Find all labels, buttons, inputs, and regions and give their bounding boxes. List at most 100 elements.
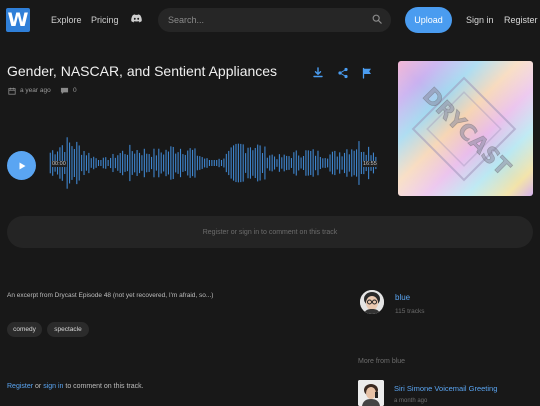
waveform-bar bbox=[114, 157, 116, 169]
related-track-thumbnail[interactable] bbox=[358, 380, 384, 406]
waveform-bar bbox=[356, 149, 358, 177]
waveform-bar bbox=[126, 154, 128, 172]
waveform-bar bbox=[281, 157, 283, 169]
register-link[interactable]: Register bbox=[504, 15, 538, 25]
waveform-bar bbox=[331, 151, 333, 175]
waveform-bar bbox=[155, 155, 157, 171]
waveform-bar bbox=[88, 152, 90, 174]
comment-prompt[interactable]: Register or sign in to comment on this t… bbox=[0, 229, 540, 236]
waveform-bar bbox=[278, 154, 280, 172]
waveform-bar bbox=[143, 148, 145, 178]
waveform-bar bbox=[312, 149, 314, 177]
waveform-bar bbox=[341, 156, 343, 170]
upload-button[interactable]: Upload bbox=[405, 7, 452, 33]
waveform-bar bbox=[66, 137, 68, 189]
waveform-bar bbox=[83, 150, 85, 176]
waveform-bar bbox=[257, 144, 259, 182]
waveform-bar bbox=[339, 152, 341, 174]
waveform-bar bbox=[295, 150, 297, 176]
waveform-bar bbox=[199, 156, 201, 170]
bottom-signin-link[interactable]: sign in bbox=[43, 383, 63, 390]
waveform-bar bbox=[310, 150, 312, 176]
waveform-bar bbox=[119, 153, 121, 173]
discord-icon[interactable] bbox=[131, 14, 142, 23]
waveform-bar bbox=[175, 153, 177, 173]
waveform-bar bbox=[358, 141, 360, 185]
waveform-bar bbox=[211, 160, 213, 166]
tag-spectacle[interactable]: spectacle bbox=[47, 322, 89, 337]
waveform-bar bbox=[286, 155, 288, 171]
waveform-bar bbox=[136, 150, 138, 176]
play-button[interactable] bbox=[7, 151, 36, 180]
track-posted-time: a year ago bbox=[20, 87, 51, 94]
waveform-bar bbox=[90, 158, 92, 168]
waveform-bar bbox=[329, 154, 331, 172]
tag-comedy[interactable]: comedy bbox=[7, 322, 42, 337]
time-end: 16:55 bbox=[362, 161, 378, 167]
waveform-bar bbox=[213, 160, 215, 166]
waveform-bar bbox=[163, 154, 165, 172]
waveform-bar bbox=[71, 146, 73, 180]
waveform-bar bbox=[112, 153, 114, 173]
waveform-bar bbox=[189, 148, 191, 178]
waveform-bar bbox=[220, 160, 223, 166]
waveform-bar bbox=[283, 154, 285, 172]
bottom-register-link[interactable]: Register bbox=[7, 383, 33, 390]
waveform-bar bbox=[288, 156, 290, 170]
waveform-bar bbox=[346, 149, 348, 177]
share-icon[interactable] bbox=[337, 67, 349, 79]
waveform-bar bbox=[230, 147, 232, 179]
waveform-bar bbox=[107, 160, 109, 166]
waveform-bar bbox=[293, 152, 295, 174]
waveform-bar bbox=[138, 152, 141, 174]
waveform-bar bbox=[223, 158, 225, 168]
waveform-bar bbox=[298, 155, 300, 171]
related-track-time: a month ago bbox=[394, 398, 428, 404]
waveform-bar bbox=[85, 155, 87, 171]
track-description: An excerpt from Drycast Episode 48 (not … bbox=[7, 292, 214, 299]
waveform-bar bbox=[322, 158, 324, 168]
bottom-or-text: or bbox=[33, 383, 44, 390]
waveform-bar bbox=[184, 154, 186, 172]
bottom-rest-text: to comment on this track. bbox=[63, 383, 144, 390]
waveform-bar bbox=[247, 147, 249, 179]
comment-count: 0 bbox=[73, 87, 77, 94]
waveform-bar bbox=[228, 150, 230, 176]
waveform-bar bbox=[182, 154, 184, 172]
waveform-bar bbox=[307, 150, 309, 176]
waveform[interactable] bbox=[49, 133, 377, 193]
user-name[interactable]: blue bbox=[395, 293, 410, 302]
waveform-bar bbox=[148, 154, 150, 172]
waveform-bar bbox=[78, 145, 80, 181]
user-track-count: 115 tracks bbox=[395, 308, 425, 315]
search-icon[interactable] bbox=[372, 14, 382, 24]
waveform-bar bbox=[274, 156, 276, 170]
waveform-bar bbox=[141, 155, 143, 171]
related-track-title[interactable]: Siri Simone Voicemail Greeting bbox=[394, 384, 497, 393]
waveform-bar bbox=[240, 143, 242, 183]
waveform-bar bbox=[348, 154, 350, 172]
waveform-bar bbox=[160, 152, 162, 174]
signin-link[interactable]: Sign in bbox=[466, 15, 494, 25]
waveform-bar bbox=[76, 141, 78, 185]
download-icon[interactable] bbox=[312, 67, 324, 79]
waveform-bar bbox=[97, 160, 100, 166]
waveform-bar bbox=[153, 148, 155, 178]
user-avatar[interactable] bbox=[360, 290, 384, 314]
waveform-bar bbox=[317, 150, 319, 176]
waveform-bar bbox=[300, 157, 302, 169]
waveform-bar bbox=[264, 146, 266, 180]
waveform-bar bbox=[206, 158, 208, 168]
waveform-bar bbox=[117, 155, 119, 171]
flag-icon[interactable] bbox=[361, 67, 373, 79]
waveform-bar bbox=[334, 150, 336, 176]
search-input[interactable]: Search... bbox=[168, 15, 204, 25]
waveform-bar bbox=[259, 145, 261, 181]
waveform-bar bbox=[201, 157, 203, 169]
logo[interactable]: W bbox=[6, 8, 30, 32]
waveform-bar bbox=[167, 151, 169, 175]
nav-explore[interactable]: Explore bbox=[51, 15, 82, 25]
waveform-bar bbox=[266, 157, 268, 169]
nav-pricing[interactable]: Pricing bbox=[91, 15, 119, 25]
logo-letter: W bbox=[7, 9, 29, 31]
